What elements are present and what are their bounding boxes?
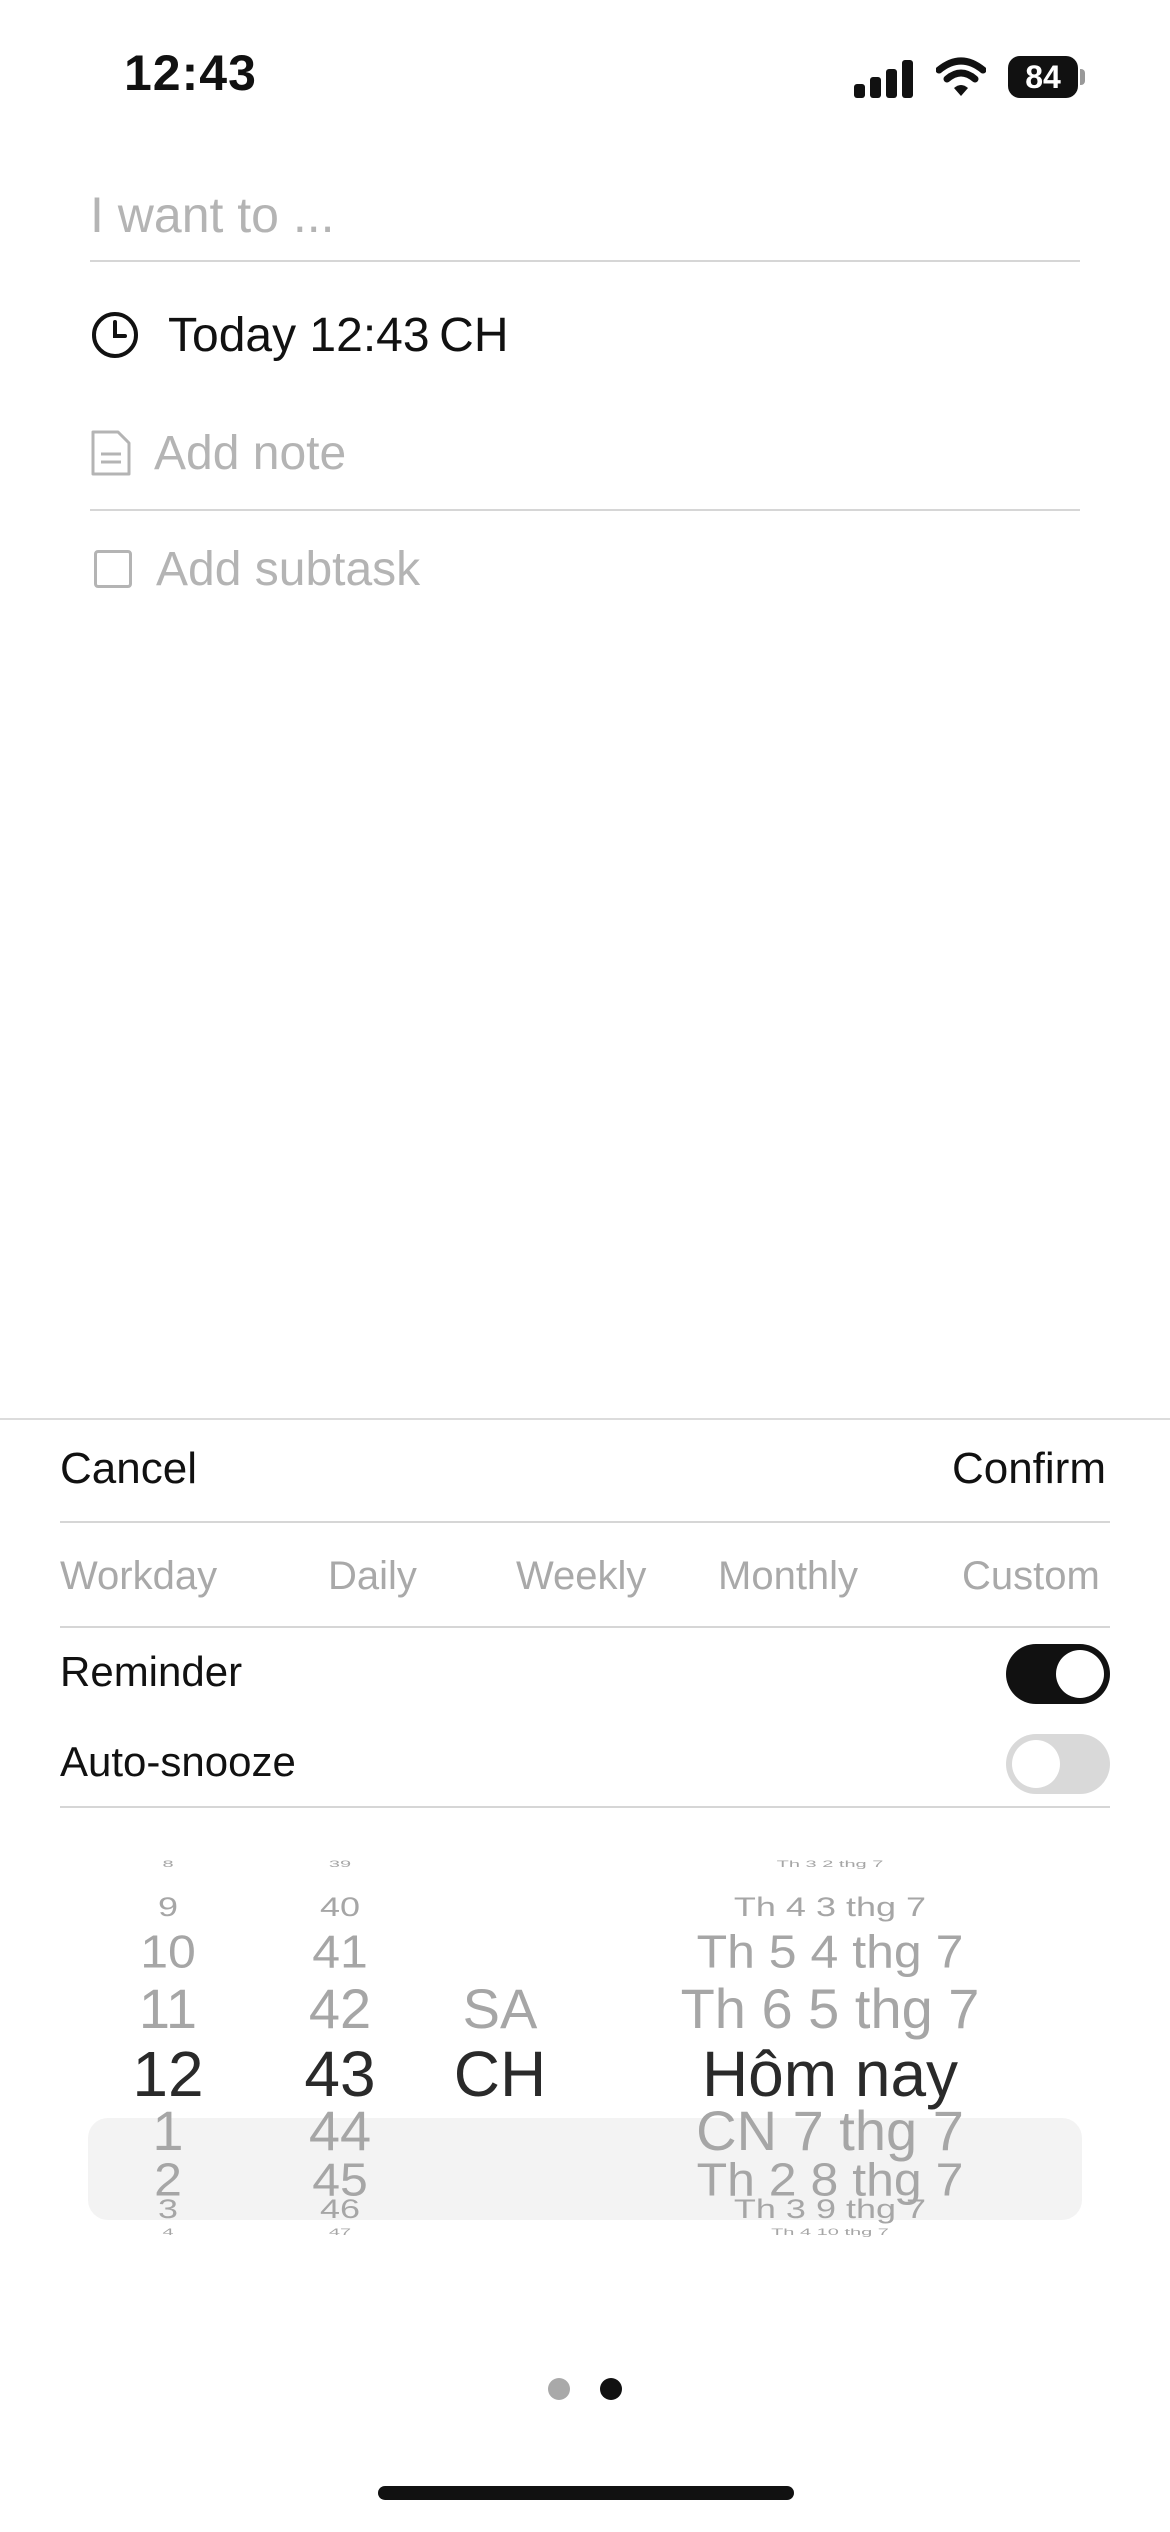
picker-hour-item[interactable]: 9 xyxy=(98,1891,238,1923)
cancel-button[interactable]: Cancel xyxy=(60,1444,197,1494)
picker-hour-item[interactable]: 8 xyxy=(98,1859,238,1869)
picker-date-item[interactable]: Th 6 5 thg 7 xyxy=(570,1976,1090,2041)
sheet-top-border xyxy=(0,1418,1170,1420)
repeat-divider xyxy=(60,1626,1110,1628)
repeat-custom[interactable]: Custom xyxy=(962,1554,1100,1599)
reminder-label: Reminder xyxy=(60,1648,243,1695)
repeat-monthly[interactable]: Monthly xyxy=(718,1554,858,1599)
task-title-input[interactable] xyxy=(90,170,1080,262)
due-date-row[interactable]: Today 12:43 CH xyxy=(90,300,508,370)
reminder-toggle[interactable] xyxy=(1006,1644,1110,1704)
add-note-placeholder: Add note xyxy=(154,426,347,480)
picker-minute-item[interactable]: 46 xyxy=(270,2193,410,2225)
repeat-daily[interactable]: Daily xyxy=(328,1554,417,1599)
add-subtask-row[interactable]: Add subtask xyxy=(90,534,420,604)
picker-date-item[interactable]: Th 3 9 thg 7 xyxy=(570,2193,1090,2225)
picker-minute-item[interactable]: 41 xyxy=(270,1925,410,1978)
repeat-workday[interactable]: Workday xyxy=(60,1554,217,1599)
home-indicator xyxy=(378,2486,794,2500)
picker-date-item[interactable]: Th 5 4 thg 7 xyxy=(570,1925,1090,1978)
picker-date-item[interactable]: Th 3 2 thg 7 xyxy=(570,1859,1090,1869)
page-dot-1[interactable] xyxy=(548,2378,570,2400)
note-divider xyxy=(90,509,1080,511)
picker-date-item[interactable]: Th 4 3 thg 7 xyxy=(570,1891,1090,1923)
picker-date-item[interactable]: Th 4 10 thg 7 xyxy=(570,2227,1090,2237)
picker-hour-item[interactable]: 11 xyxy=(98,1976,238,2041)
auto-snooze-label: Auto-snooze xyxy=(60,1738,296,1785)
note-icon xyxy=(91,430,131,476)
picker-minute-item[interactable]: 42 xyxy=(270,1976,410,2041)
picker-minute-item[interactable]: 47 xyxy=(270,2227,410,2237)
picker-minute-item[interactable]: 39 xyxy=(270,1859,410,1869)
picker-ampm-item[interactable]: CH xyxy=(440,2037,560,2111)
add-subtask-placeholder: Add subtask xyxy=(156,542,421,596)
battery-level: 84 xyxy=(1008,56,1078,98)
auto-snooze-toggle[interactable] xyxy=(1006,1734,1110,1794)
confirm-button[interactable]: Confirm xyxy=(952,1444,1106,1494)
toggles-divider xyxy=(60,1806,1110,1808)
date-time-picker[interactable]: 8 9 10 11 12 1 2 3 4 39 40 41 42 43 44 45 46 47 Th 3 2 thg… xyxy=(0,1859,1170,2460)
picker-hour-item[interactable]: 10 xyxy=(98,1925,238,1978)
battery-icon: 84 xyxy=(1008,56,1085,98)
picker-minute-item[interactable]: 40 xyxy=(270,1891,410,1923)
repeat-weekly[interactable]: Weekly xyxy=(516,1554,646,1599)
add-note-row[interactable]: Add note xyxy=(90,418,346,488)
sheet-header-divider xyxy=(60,1521,1110,1523)
page-dot-2[interactable] xyxy=(600,2378,622,2400)
clock-icon xyxy=(92,312,138,358)
status-time: 12:43 xyxy=(124,45,257,101)
wifi-icon xyxy=(936,57,986,96)
due-date-label: Today 12:43 CH xyxy=(168,308,509,362)
cellular-signal-icon xyxy=(854,58,914,98)
subtask-checkbox-icon xyxy=(94,550,132,588)
picker-hour-item[interactable]: 4 xyxy=(98,2227,238,2237)
picker-hour-item[interactable]: 3 xyxy=(98,2193,238,2225)
picker-ampm-item[interactable]: SA xyxy=(440,1976,560,2041)
